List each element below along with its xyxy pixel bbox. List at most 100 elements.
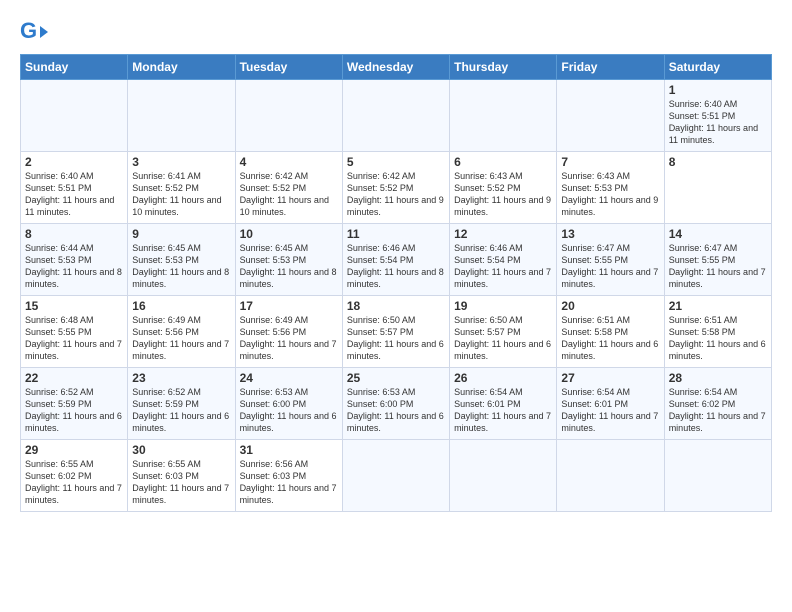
- svg-text:G: G: [20, 18, 37, 43]
- day-info: Sunrise: 6:51 AMSunset: 5:58 PMDaylight:…: [669, 315, 766, 361]
- day-info: Sunrise: 6:47 AMSunset: 5:55 PMDaylight:…: [561, 243, 658, 289]
- day-cell: [664, 440, 771, 512]
- day-info: Sunrise: 6:43 AMSunset: 5:53 PMDaylight:…: [561, 171, 658, 217]
- col-header-wednesday: Wednesday: [342, 55, 449, 80]
- day-number: 16: [132, 299, 230, 313]
- day-number: 10: [240, 227, 338, 241]
- day-info: Sunrise: 6:55 AMSunset: 6:03 PMDaylight:…: [132, 459, 229, 505]
- day-info: Sunrise: 6:41 AMSunset: 5:52 PMDaylight:…: [132, 171, 221, 217]
- day-number: 14: [669, 227, 767, 241]
- day-info: Sunrise: 6:54 AMSunset: 6:01 PMDaylight:…: [561, 387, 658, 433]
- day-number: 9: [132, 227, 230, 241]
- week-row-2: 2Sunrise: 6:40 AMSunset: 5:51 PMDaylight…: [21, 152, 772, 224]
- day-cell: [235, 80, 342, 152]
- day-cell: 1 Sunrise: 6:40 AMSunset: 5:51 PMDaylight…: [664, 80, 771, 152]
- day-number: 13: [561, 227, 659, 241]
- day-info: Sunrise: 6:40 AMSunset: 5:51 PMDaylight:…: [25, 171, 114, 217]
- day-cell: 27 Sunrise: 6:54 AMSunset: 6:01 PMDayligh…: [557, 368, 664, 440]
- day-cell: 7 Sunrise: 6:43 AMSunset: 5:53 PMDaylight…: [557, 152, 664, 224]
- day-number: 24: [240, 371, 338, 385]
- day-info: Sunrise: 6:46 AMSunset: 5:54 PMDaylight:…: [454, 243, 551, 289]
- day-number: 1: [669, 83, 767, 97]
- day-number: 25: [347, 371, 445, 385]
- day-info: Sunrise: 6:49 AMSunset: 5:56 PMDaylight:…: [240, 315, 337, 361]
- day-info: Sunrise: 6:46 AMSunset: 5:54 PMDaylight:…: [347, 243, 444, 289]
- day-info: Sunrise: 6:49 AMSunset: 5:56 PMDaylight:…: [132, 315, 229, 361]
- day-number: 7: [561, 155, 659, 169]
- day-cell: 18 Sunrise: 6:50 AMSunset: 5:57 PMDayligh…: [342, 296, 449, 368]
- day-number: 3: [132, 155, 230, 169]
- day-cell: 2Sunrise: 6:40 AMSunset: 5:51 PMDaylight…: [21, 152, 128, 224]
- col-header-tuesday: Tuesday: [235, 55, 342, 80]
- week-row-1: 1 Sunrise: 6:40 AMSunset: 5:51 PMDaylight…: [21, 80, 772, 152]
- day-info: Sunrise: 6:54 AMSunset: 6:01 PMDaylight:…: [454, 387, 551, 433]
- day-number: 19: [454, 299, 552, 313]
- calendar-table: SundayMondayTuesdayWednesdayThursdayFrid…: [20, 54, 772, 512]
- day-cell: 28 Sunrise: 6:54 AMSunset: 6:02 PMDayligh…: [664, 368, 771, 440]
- day-cell: 16 Sunrise: 6:49 AMSunset: 5:56 PMDayligh…: [128, 296, 235, 368]
- day-cell: 11 Sunrise: 6:46 AMSunset: 5:54 PMDayligh…: [342, 224, 449, 296]
- day-cell: [450, 80, 557, 152]
- day-number: 22: [25, 371, 123, 385]
- day-number: 28: [669, 371, 767, 385]
- day-info: Sunrise: 6:44 AMSunset: 5:53 PMDaylight:…: [25, 243, 122, 289]
- day-info: Sunrise: 6:55 AMSunset: 6:02 PMDaylight:…: [25, 459, 122, 505]
- week-row-6: 29 Sunrise: 6:55 AMSunset: 6:02 PMDayligh…: [21, 440, 772, 512]
- day-info: Sunrise: 6:53 AMSunset: 6:00 PMDaylight:…: [347, 387, 444, 433]
- day-cell: 14Sunrise: 6:47 AMSunset: 5:55 PMDayligh…: [664, 224, 771, 296]
- day-info: Sunrise: 6:50 AMSunset: 5:57 PMDaylight:…: [347, 315, 444, 361]
- day-cell: [557, 440, 664, 512]
- day-cell: 24Sunrise: 6:53 AMSunset: 6:00 PMDayligh…: [235, 368, 342, 440]
- day-info: Sunrise: 6:56 AMSunset: 6:03 PMDaylight:…: [240, 459, 337, 505]
- day-info: Sunrise: 6:42 AMSunset: 5:52 PMDaylight:…: [347, 171, 444, 217]
- day-number: 15: [25, 299, 123, 313]
- day-cell: [342, 440, 449, 512]
- day-cell: 12Sunrise: 6:46 AMSunset: 5:54 PMDayligh…: [450, 224, 557, 296]
- day-number: 31: [240, 443, 338, 457]
- week-row-3: 8 Sunrise: 6:44 AMSunset: 5:53 PMDaylight…: [21, 224, 772, 296]
- day-cell: 10 Sunrise: 6:45 AMSunset: 5:53 PMDayligh…: [235, 224, 342, 296]
- day-info: Sunrise: 6:40 AMSunset: 5:51 PMDaylight:…: [669, 99, 758, 145]
- day-number: 27: [561, 371, 659, 385]
- day-info: Sunrise: 6:50 AMSunset: 5:57 PMDaylight:…: [454, 315, 551, 361]
- col-header-saturday: Saturday: [664, 55, 771, 80]
- header: G: [20, 18, 772, 46]
- day-cell: [128, 80, 235, 152]
- day-cell: 21Sunrise: 6:51 AMSunset: 5:58 PMDayligh…: [664, 296, 771, 368]
- day-number: 18: [347, 299, 445, 313]
- logo: G: [20, 18, 51, 46]
- day-cell: [21, 80, 128, 152]
- day-cell: 6 Sunrise: 6:43 AMSunset: 5:52 PMDaylight…: [450, 152, 557, 224]
- day-cell: 15 Sunrise: 6:48 AMSunset: 5:55 PMDayligh…: [21, 296, 128, 368]
- day-number: 11: [347, 227, 445, 241]
- day-info: Sunrise: 6:42 AMSunset: 5:52 PMDaylight:…: [240, 171, 329, 217]
- day-info: Sunrise: 6:54 AMSunset: 6:02 PMDaylight:…: [669, 387, 766, 433]
- day-number: 5: [347, 155, 445, 169]
- day-info: Sunrise: 6:51 AMSunset: 5:58 PMDaylight:…: [561, 315, 658, 361]
- day-cell: 23Sunrise: 6:52 AMSunset: 5:59 PMDayligh…: [128, 368, 235, 440]
- day-number: 26: [454, 371, 552, 385]
- day-cell: [557, 80, 664, 152]
- day-cell: [342, 80, 449, 152]
- day-cell: 8 Sunrise: 6:44 AMSunset: 5:53 PMDaylight…: [21, 224, 128, 296]
- day-number: 4: [240, 155, 338, 169]
- header-row: SundayMondayTuesdayWednesdayThursdayFrid…: [21, 55, 772, 80]
- day-number: 6: [454, 155, 552, 169]
- col-header-sunday: Sunday: [21, 55, 128, 80]
- day-number: 29: [25, 443, 123, 457]
- day-cell: 20Sunrise: 6:51 AMSunset: 5:58 PMDayligh…: [557, 296, 664, 368]
- day-cell: 3 Sunrise: 6:41 AMSunset: 5:52 PMDaylight…: [128, 152, 235, 224]
- day-info: Sunrise: 6:48 AMSunset: 5:55 PMDaylight:…: [25, 315, 122, 361]
- day-cell: 25 Sunrise: 6:53 AMSunset: 6:00 PMDayligh…: [342, 368, 449, 440]
- col-header-thursday: Thursday: [450, 55, 557, 80]
- page: G SundayMondayTuesdayWednesdayThursdayFr…: [0, 0, 792, 612]
- day-cell: 13 Sunrise: 6:47 AMSunset: 5:55 PMDayligh…: [557, 224, 664, 296]
- day-info: Sunrise: 6:45 AMSunset: 5:53 PMDaylight:…: [240, 243, 337, 289]
- day-number: 8: [669, 155, 767, 169]
- day-cell: 9Sunrise: 6:45 AMSunset: 5:53 PMDaylight…: [128, 224, 235, 296]
- day-number: 30: [132, 443, 230, 457]
- day-cell: 22 Sunrise: 6:52 AMSunset: 5:59 PMDayligh…: [21, 368, 128, 440]
- day-info: Sunrise: 6:43 AMSunset: 5:52 PMDaylight:…: [454, 171, 551, 217]
- day-number: 8: [25, 227, 123, 241]
- day-info: Sunrise: 6:52 AMSunset: 5:59 PMDaylight:…: [25, 387, 122, 433]
